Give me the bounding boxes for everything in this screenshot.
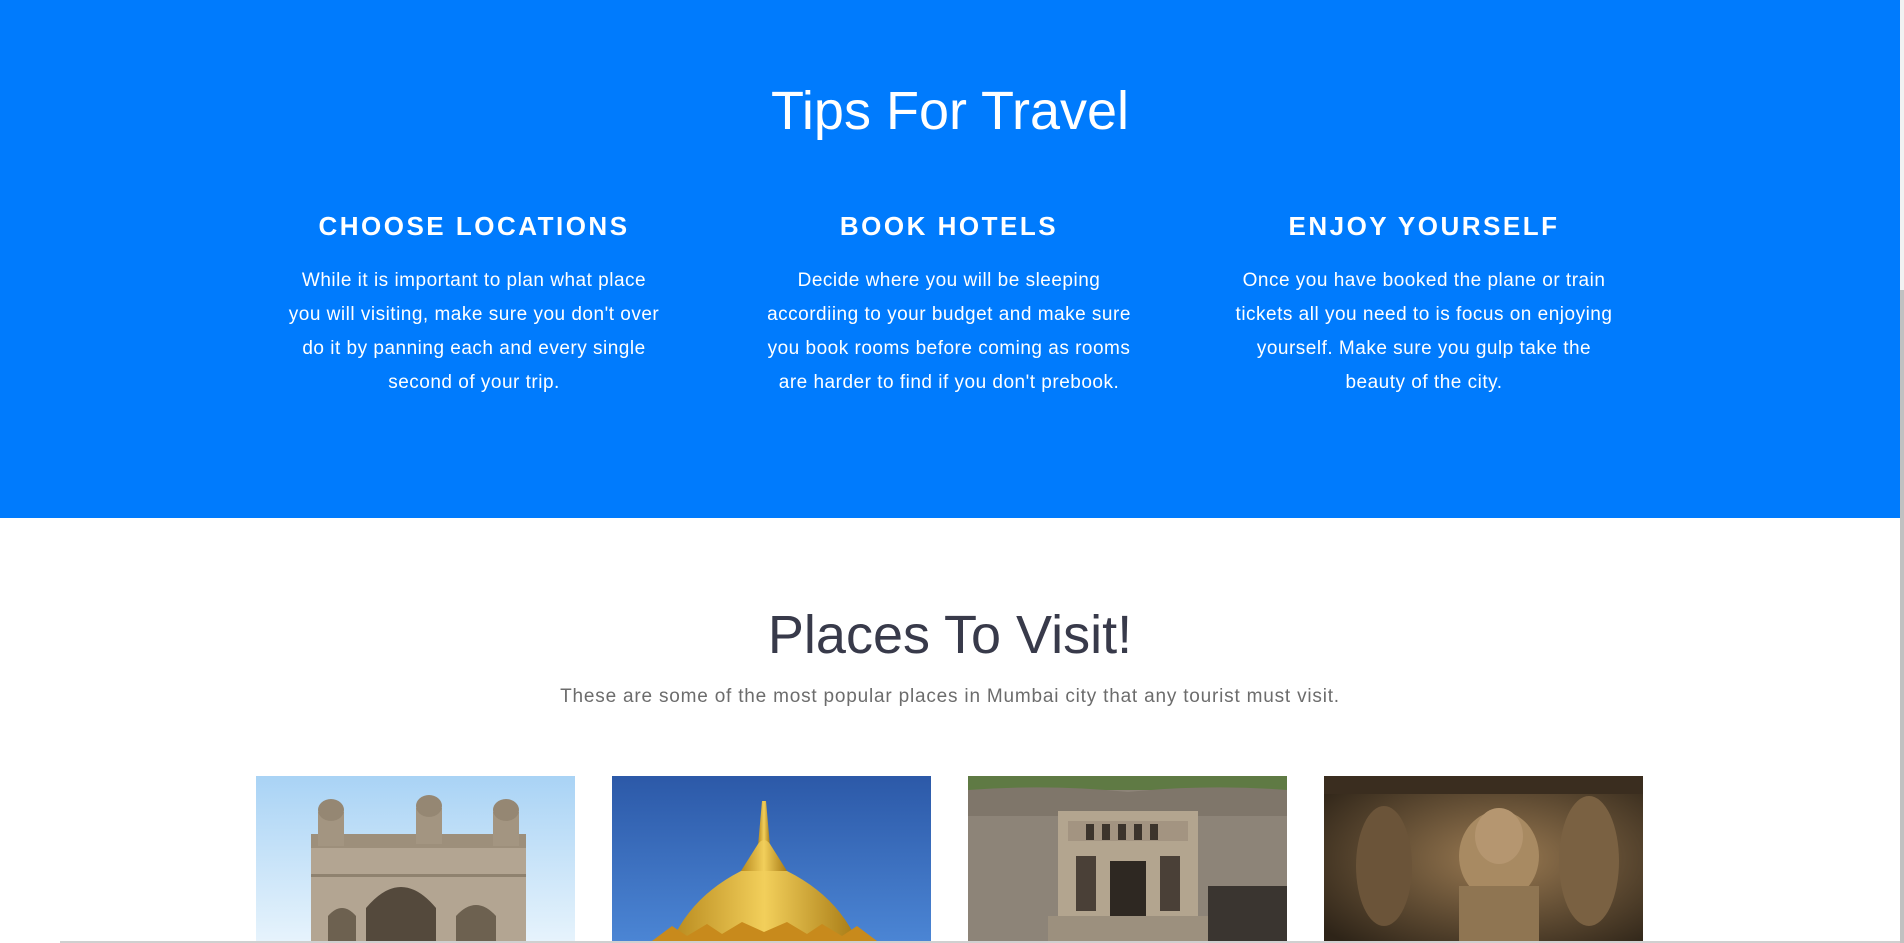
place-card-archway[interactable] <box>256 776 575 941</box>
tip-text: Once you have booked the plane or train … <box>1235 270 1613 393</box>
tip-book-hotels: BOOK HOTELS Decide where you will be sle… <box>739 208 1159 400</box>
archway-monument-photo <box>256 776 575 941</box>
places-title: Places To Visit! <box>767 605 1133 665</box>
tip-enjoy-yourself: ENJOY YOURSELF Once you have booked the … <box>1214 208 1634 400</box>
cave-sculpture-photo <box>1324 776 1643 941</box>
tip-text: While it is important to plan what place… <box>288 270 660 393</box>
place-card-sculpture[interactable] <box>1324 776 1643 941</box>
tip-heading: CHOOSE LOCATIONS <box>318 211 630 241</box>
tip-heading: BOOK HOTELS <box>839 211 1059 241</box>
tips-section: Tips For Travel CHOOSE LOCATIONS While i… <box>0 0 1900 518</box>
places-subtitle: These are some of the most popular place… <box>560 686 1340 707</box>
scrollbar-thumb[interactable] <box>1900 290 1904 943</box>
tip-heading: ENJOY YOURSELF <box>1288 211 1560 241</box>
tips-title: Tips For Travel <box>770 81 1130 141</box>
tip-choose-locations: CHOOSE LOCATIONS While it is important t… <box>264 208 684 400</box>
tip-text: Decide where you will be sleeping accord… <box>767 270 1131 393</box>
golden-pagoda-photo <box>612 776 931 941</box>
rock-cut-cave-photo <box>968 776 1287 941</box>
place-card-pagoda[interactable] <box>612 776 931 941</box>
place-card-cave[interactable] <box>968 776 1287 941</box>
